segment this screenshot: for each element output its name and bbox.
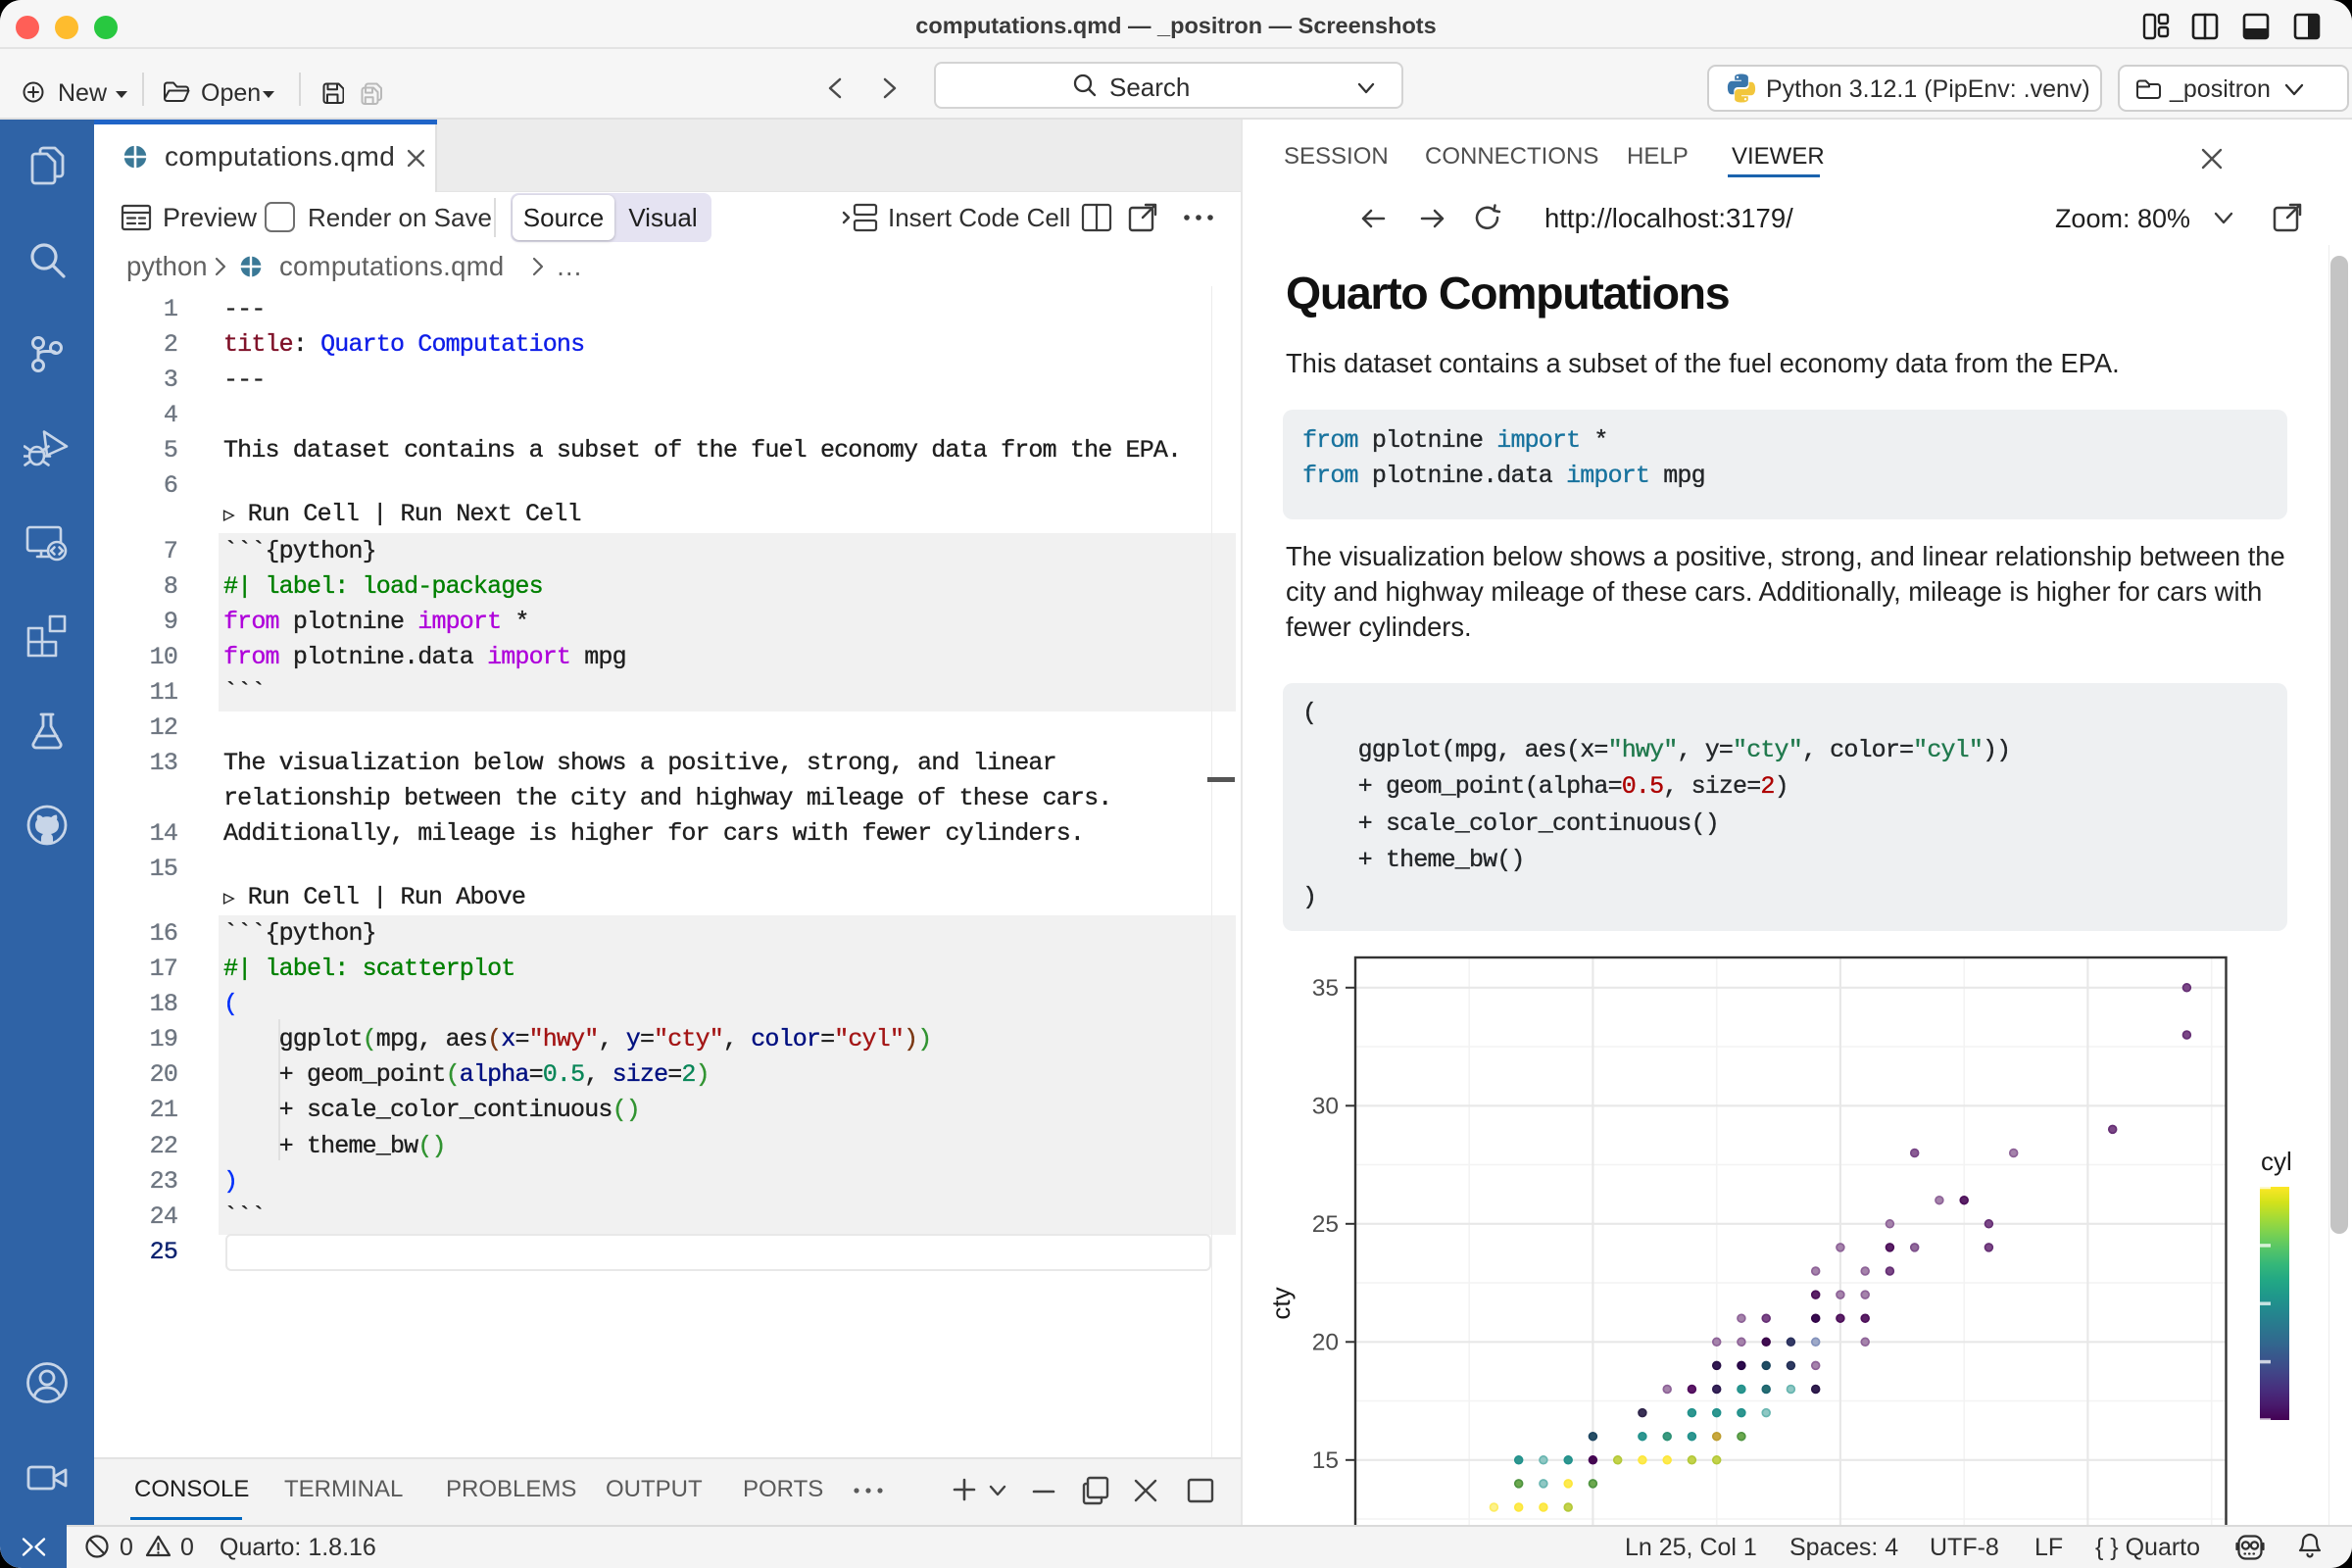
svg-text:15: 15: [1312, 1447, 1339, 1474]
svg-text:30: 30: [1312, 1093, 1339, 1119]
svg-text:20: 20: [1312, 1329, 1339, 1355]
svg-text:35: 35: [1312, 975, 1339, 1002]
svg-text:25: 25: [1312, 1211, 1339, 1238]
svg-text:cyl: cyl: [2261, 1147, 2292, 1176]
svg-text:cty: cty: [1266, 1287, 1296, 1319]
